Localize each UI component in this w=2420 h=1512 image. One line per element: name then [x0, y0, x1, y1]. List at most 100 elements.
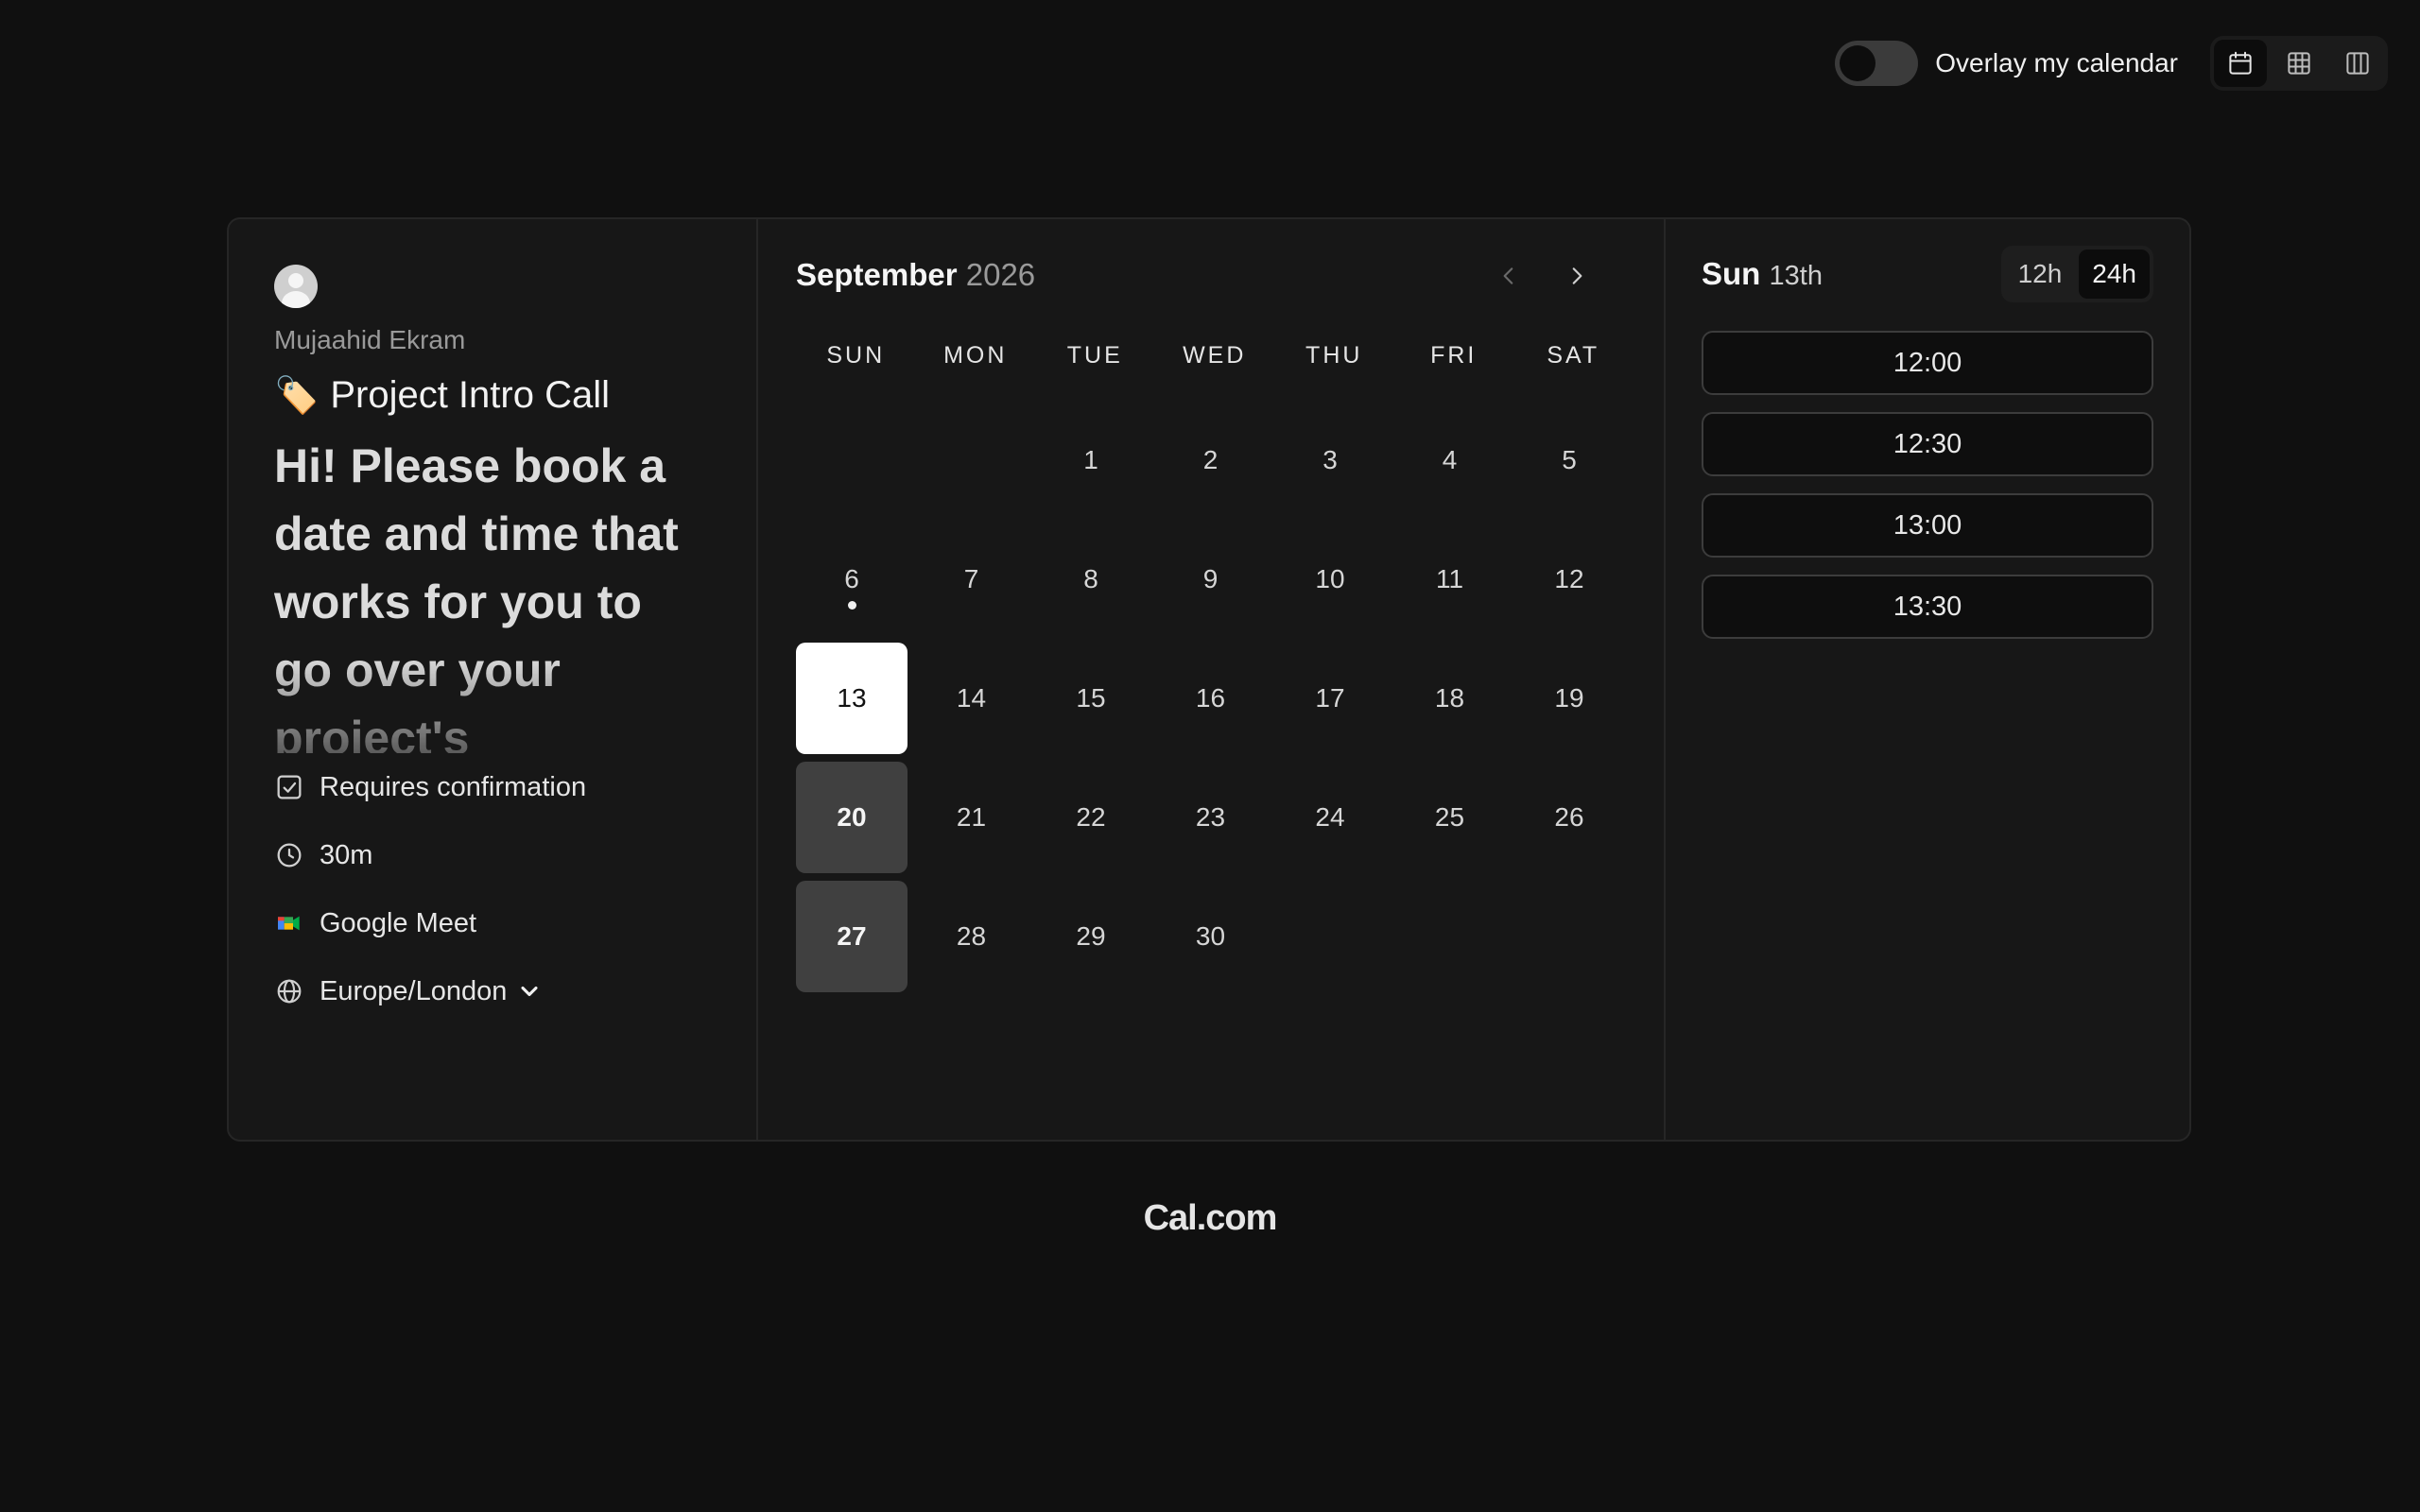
- day-number: 6: [844, 564, 859, 593]
- weekday-label: WED: [1183, 342, 1247, 369]
- day-22: 22: [1035, 762, 1147, 873]
- day-number: 28: [956, 921, 987, 951]
- weekday-label: THU: [1305, 342, 1363, 369]
- day-15: 15: [1035, 643, 1147, 754]
- time-slot-button[interactable]: 13:00: [1702, 493, 2153, 558]
- column-view-button[interactable]: [2331, 40, 2384, 87]
- overlay-calendar-label: Overlay my calendar: [1935, 48, 2178, 77]
- format-12h-button[interactable]: 12h: [2005, 249, 2076, 299]
- day-number: 30: [1195, 921, 1226, 951]
- day-number: 24: [1315, 802, 1345, 832]
- day-number: 18: [1434, 683, 1465, 713]
- location-label: Google Meet: [320, 907, 477, 938]
- day-21: 21: [916, 762, 1028, 873]
- day-number: 12: [1554, 564, 1584, 593]
- day-number: 27: [837, 921, 867, 951]
- day-13-selected[interactable]: 13: [796, 643, 908, 754]
- format-24h-button[interactable]: 24h: [2079, 249, 2150, 299]
- next-month-button[interactable]: [1554, 253, 1599, 299]
- day-number: 10: [1315, 564, 1345, 593]
- day-number: 1: [1083, 445, 1098, 474]
- time-format-toggle: 12h 24h: [2000, 246, 2153, 302]
- booking-card: Mujaahid Ekram 🏷️ Project Intro Call Hi!…: [227, 217, 2191, 1142]
- day-number: 11: [1435, 564, 1464, 593]
- weekday-label: MON: [943, 342, 1008, 369]
- day-9: 9: [1155, 524, 1267, 635]
- clock-icon: [277, 843, 302, 868]
- checkbox-icon: [277, 775, 302, 799]
- location-detail: Google Meet: [274, 889, 711, 957]
- day-11: 11: [1394, 524, 1506, 635]
- day-24: 24: [1274, 762, 1386, 873]
- empty-day-cell: [916, 404, 1028, 516]
- day-number: 7: [963, 564, 979, 593]
- time-slot-button[interactable]: 13:30: [1702, 575, 2153, 639]
- day-19: 19: [1513, 643, 1625, 754]
- event-details: Requires confirmation 30m Google Meet Eu…: [274, 753, 711, 1025]
- chevron-down-icon: [521, 986, 538, 997]
- time-slot-button[interactable]: 12:30: [1702, 412, 2153, 476]
- day-number: 21: [956, 802, 987, 832]
- time-slot-button[interactable]: 12:00: [1702, 331, 2153, 395]
- day-17: 17: [1274, 643, 1386, 754]
- cal-com-logo: Cal.com: [1143, 1198, 1278, 1238]
- day-number: 14: [956, 683, 987, 713]
- host-avatar: [274, 265, 318, 308]
- day-4: 4: [1394, 404, 1506, 516]
- empty-day-cell: [796, 404, 908, 516]
- today-indicator-dot: [847, 601, 856, 610]
- day-number: 16: [1195, 683, 1226, 713]
- day-2: 2: [1155, 404, 1267, 516]
- day-28: 28: [916, 881, 1028, 992]
- selected-day: 13th: [1769, 261, 1823, 291]
- overlay-calendar-toggle[interactable]: [1835, 41, 1919, 86]
- day-number: 8: [1083, 564, 1098, 593]
- day-number: 26: [1554, 802, 1584, 832]
- timezone-selector[interactable]: Europe/London: [274, 957, 711, 1025]
- timezone-label: Europe/London: [320, 975, 508, 1006]
- google-meet-icon: [278, 916, 300, 931]
- time-slots-panel: Sun 13th 12h 24h 12:00 12:30 13:00 13:30: [1666, 219, 2189, 1140]
- day-1: 1: [1035, 404, 1147, 516]
- time-slot-list: 12:00 12:30 13:00 13:30: [1702, 331, 2153, 639]
- day-8: 8: [1035, 524, 1147, 635]
- month-view-button[interactable]: [2214, 40, 2267, 87]
- day-25: 25: [1394, 762, 1506, 873]
- top-toolbar: Overlay my calendar: [1835, 36, 2388, 91]
- day-number: 17: [1315, 683, 1345, 713]
- day-27[interactable]: 27: [796, 881, 908, 992]
- weekday-header: SUN MON TUE WED THU FRI SAT: [796, 342, 1634, 369]
- event-info-panel: Mujaahid Ekram 🏷️ Project Intro Call Hi!…: [229, 219, 758, 1140]
- day-29: 29: [1035, 881, 1147, 992]
- year-label: 2026: [965, 257, 1036, 292]
- layout-view-switcher: [2210, 36, 2388, 91]
- slots-header: Sun 13th 12h 24h: [1702, 246, 2153, 302]
- confirmation-label: Requires confirmation: [320, 771, 587, 802]
- grid-icon: [2288, 52, 2310, 75]
- month-name: September: [796, 257, 958, 292]
- weekday-label: FRI: [1430, 342, 1478, 369]
- chevron-left-icon: [1503, 267, 1513, 284]
- columns-icon: [2346, 52, 2369, 75]
- day-number: 19: [1554, 683, 1584, 713]
- day-number: 29: [1076, 921, 1106, 951]
- confirmation-detail: Requires confirmation: [274, 753, 711, 821]
- week-view-button[interactable]: [2273, 40, 2325, 87]
- event-title: Project Intro Call: [330, 374, 610, 416]
- selected-date-label: Sun 13th: [1702, 256, 1823, 292]
- calendar-panel: September 2026 SUN MON TUE WED THU FRI SAT 123…: [758, 219, 1666, 1140]
- day-number: 9: [1202, 564, 1219, 593]
- day-30: 30: [1155, 881, 1267, 992]
- day-number: 23: [1195, 802, 1226, 832]
- day-5: 5: [1513, 404, 1625, 516]
- day-14: 14: [916, 643, 1028, 754]
- day-7: 7: [916, 524, 1028, 635]
- event-title-row: 🏷️ Project Intro Call: [274, 374, 711, 417]
- day-number: 2: [1202, 445, 1219, 474]
- day-number: 20: [837, 802, 867, 832]
- day-18: 18: [1394, 643, 1506, 754]
- day-number: 22: [1076, 802, 1106, 832]
- day-20[interactable]: 20: [796, 762, 908, 873]
- previous-month-button[interactable]: [1486, 253, 1531, 299]
- month-header: September 2026: [796, 257, 1035, 293]
